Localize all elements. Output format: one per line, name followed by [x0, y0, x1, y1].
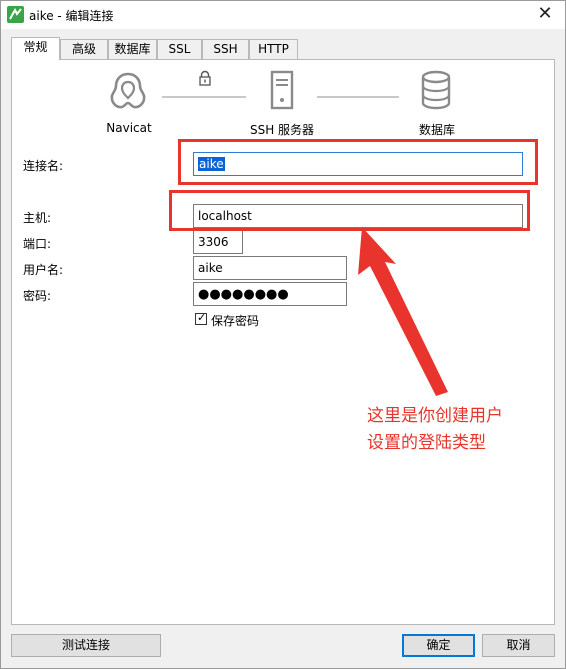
password-input[interactable]: ●●●●●●●●: [193, 282, 347, 306]
annotation-arrow: [358, 227, 448, 396]
window-title: aike - 编辑连接: [29, 9, 114, 23]
flow-label-ssh-server: SSH 服务器: [249, 123, 315, 137]
username-input[interactable]: aike: [193, 256, 347, 280]
connection-name-label: 连接名:: [23, 159, 64, 173]
lock-icon: [199, 70, 211, 86]
password-mask: ●●●●●●●●: [198, 287, 289, 302]
edit-connection-window: aike - 编辑连接 ✕ 常规 高级 数据库 SSL SSH HTTP Nav…: [0, 0, 566, 669]
annotation-box-connection-name: [178, 139, 538, 185]
close-button[interactable]: ✕: [533, 4, 557, 24]
save-password-checkbox[interactable]: ✓: [195, 311, 207, 325]
username-label: 用户名:: [23, 263, 64, 277]
test-connection-button[interactable]: 测试连接: [11, 634, 161, 657]
connector-line-left: [162, 96, 246, 98]
title-bar: aike - 编辑连接 ✕: [1, 1, 565, 29]
tab-ssh[interactable]: SSH: [202, 39, 249, 59]
host-label: 主机:: [23, 211, 52, 225]
annotation-text: 这里是你创建用户 设置的登陆类型: [367, 403, 503, 457]
password-label: 密码:: [23, 289, 52, 303]
tab-advanced[interactable]: 高级: [60, 39, 108, 59]
navicat-logo-icon: [110, 72, 146, 109]
checkmark-icon: ✓: [197, 311, 207, 324]
annotation-line-1: 这里是你创建用户: [367, 406, 503, 426]
flow-label-database: 数据库: [418, 123, 455, 137]
tab-ssl[interactable]: SSL: [157, 39, 202, 59]
navicat-app-icon: [7, 6, 24, 23]
server-icon: [270, 70, 294, 110]
annotation-line-2: 设置的登陆类型: [367, 433, 486, 453]
port-input[interactable]: 3306: [193, 230, 243, 254]
connector-line-right: [317, 96, 399, 98]
ok-button[interactable]: 确定: [402, 634, 475, 657]
tab-general[interactable]: 常规: [11, 37, 60, 60]
port-label: 端口:: [23, 237, 52, 251]
close-icon: ✕: [537, 3, 553, 24]
cancel-button[interactable]: 取消: [482, 634, 555, 657]
database-icon: [421, 70, 451, 110]
flow-label-navicat: Navicat: [106, 121, 152, 135]
general-panel: Navicat SSH 服务器 数据库 连接名: aike 主机: localh…: [11, 59, 555, 625]
tab-databases[interactable]: 数据库: [108, 39, 157, 59]
save-password-label[interactable]: 保存密码: [211, 312, 259, 329]
tab-http[interactable]: HTTP: [249, 39, 298, 59]
